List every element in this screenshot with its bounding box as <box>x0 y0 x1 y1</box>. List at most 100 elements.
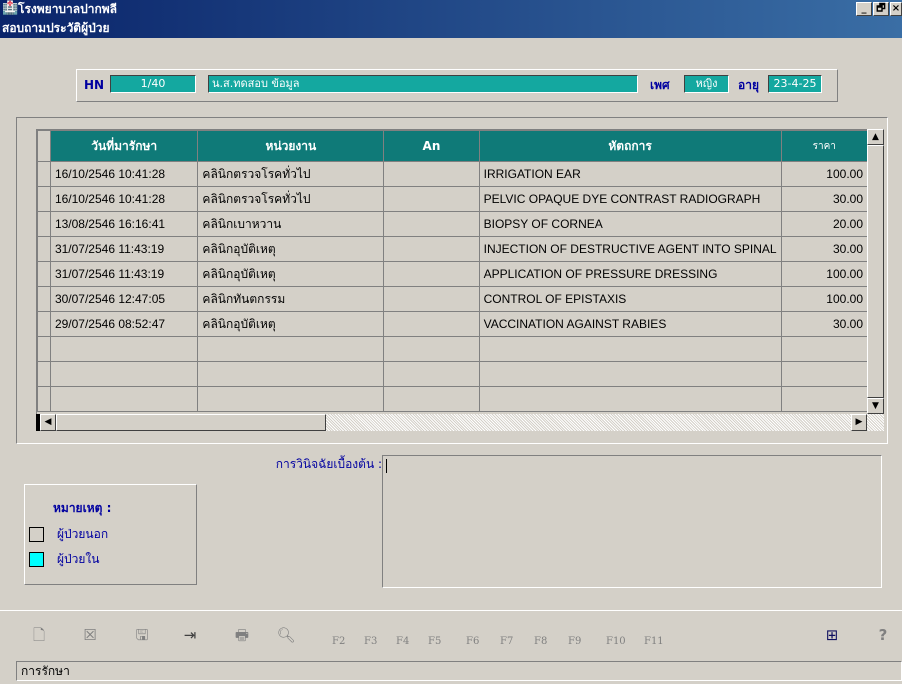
horizontal-scroll-thumb[interactable] <box>56 414 326 431</box>
treatment-history-grid[interactable]: วันที่มารักษา หน่วยงาน An หัตถการ ราคา 1… <box>36 129 868 414</box>
table-row[interactable] <box>37 361 868 387</box>
row-selector[interactable] <box>37 286 51 312</box>
cell-price[interactable] <box>780 386 868 412</box>
cell-price[interactable]: 100.00 <box>780 261 868 287</box>
cell-date[interactable] <box>49 336 199 362</box>
function-key-f8[interactable]: F8 <box>534 636 547 647</box>
cell-procedure[interactable] <box>478 361 782 387</box>
search-binoculars-icon[interactable]: ⊞ <box>822 625 842 645</box>
table-row[interactable]: 16/10/2546 10:41:28 คลินิกตรวจโรคทั่วไป IR… <box>37 161 868 187</box>
cell-department[interactable]: คลินิกตรวจโรคทั่วไป <box>197 186 385 212</box>
cell-an[interactable] <box>383 361 480 387</box>
table-row[interactable]: 29/07/2546 08:52:47 คลินิกอุบัติเหตุ VACCI… <box>37 311 868 337</box>
column-header-an[interactable]: An <box>383 130 480 162</box>
cell-procedure[interactable]: BIOPSY OF CORNEA <box>478 211 782 237</box>
table-row[interactable]: 30/07/2546 12:47:05 คลินิกทันตกรรม CONTROL… <box>37 286 868 312</box>
table-row[interactable] <box>37 386 868 412</box>
cell-date[interactable] <box>49 386 199 412</box>
cell-procedure[interactable]: CONTROL OF EPISTAXIS <box>478 286 782 312</box>
row-selector[interactable] <box>37 261 51 287</box>
cell-department[interactable]: คลินิกอุบัติเหตุ <box>197 261 385 287</box>
function-key-f10[interactable]: F10 <box>606 636 626 647</box>
row-selector[interactable] <box>37 236 51 262</box>
help-icon[interactable]: ? <box>873 625 893 645</box>
cell-an[interactable] <box>383 236 480 262</box>
column-header-procedure[interactable]: หัตถการ <box>478 130 782 162</box>
function-key-f6[interactable]: F6 <box>466 636 479 647</box>
print-icon[interactable]: 🖶 <box>232 625 252 645</box>
function-key-f7[interactable]: F7 <box>500 636 513 647</box>
cell-department[interactable]: คลินิกอุบัติเหตุ <box>197 236 385 262</box>
row-selector[interactable] <box>37 311 51 337</box>
cell-price[interactable]: 20.00 <box>780 211 868 237</box>
patient-name-field[interactable]: น.ส.ทดสอบ ข้อมูล <box>208 75 638 93</box>
cell-date[interactable]: 31/07/2546 11:43:19 <box>49 261 199 287</box>
vertical-scroll-thumb[interactable] <box>867 145 884 398</box>
table-row[interactable] <box>37 336 868 362</box>
cell-department[interactable]: คลินิกทันตกรรม <box>197 286 385 312</box>
row-selector[interactable] <box>37 161 51 187</box>
age-field[interactable]: 23-4-25 <box>768 75 822 93</box>
row-selector[interactable] <box>37 386 51 412</box>
minimize-button[interactable]: _ <box>856 2 872 16</box>
save-icon[interactable]: 🖫 <box>132 625 152 645</box>
cell-department[interactable]: คลินิกตรวจโรคทั่วไป <box>197 161 385 187</box>
function-key-f11[interactable]: F11 <box>644 636 664 647</box>
cell-procedure[interactable]: VACCINATION AGAINST RABIES <box>478 311 782 337</box>
cell-date[interactable]: 31/07/2546 11:43:19 <box>49 236 199 262</box>
scroll-right-arrow-icon[interactable]: ▶ <box>851 414 867 431</box>
cell-an[interactable] <box>383 286 480 312</box>
function-key-f5[interactable]: F5 <box>428 636 441 647</box>
cell-price[interactable]: 30.00 <box>780 236 868 262</box>
sex-field[interactable]: หญิง <box>684 75 729 93</box>
cell-price[interactable] <box>780 336 868 362</box>
cell-date[interactable]: 16/10/2546 10:41:28 <box>49 161 199 187</box>
cell-procedure[interactable]: APPLICATION OF PRESSURE DRESSING <box>478 261 782 287</box>
cell-price[interactable]: 30.00 <box>780 311 868 337</box>
cell-procedure[interactable] <box>478 386 782 412</box>
vertical-scrollbar[interactable]: ▲ ▼ <box>867 129 884 414</box>
cell-an[interactable] <box>383 311 480 337</box>
cell-department[interactable]: คลินิกเบาหวาน <box>197 211 385 237</box>
function-key-f2[interactable]: F2 <box>332 636 345 647</box>
cell-date[interactable]: 29/07/2546 08:52:47 <box>49 311 199 337</box>
cell-procedure[interactable]: PELVIC OPAQUE DYE CONTRAST RADIOGRAPH <box>478 186 782 212</box>
cell-price[interactable]: 100.00 <box>780 161 868 187</box>
row-selector[interactable] <box>37 336 51 362</box>
cell-an[interactable] <box>383 211 480 237</box>
print-preview-icon[interactable]: 🔍︎ <box>276 625 296 645</box>
function-key-f9[interactable]: F9 <box>568 636 581 647</box>
cell-date[interactable]: 30/07/2546 12:47:05 <box>49 286 199 312</box>
close-button[interactable]: × <box>890 2 902 16</box>
scroll-left-arrow-icon[interactable]: ◀ <box>40 414 56 431</box>
horizontal-scrollbar[interactable]: ◀ ▶ <box>36 414 884 431</box>
function-key-f3[interactable]: F3 <box>364 636 377 647</box>
scroll-down-arrow-icon[interactable]: ▼ <box>867 398 884 414</box>
cell-department[interactable] <box>197 361 385 387</box>
cell-an[interactable] <box>383 386 480 412</box>
scroll-up-arrow-icon[interactable]: ▲ <box>867 129 884 145</box>
cell-department[interactable] <box>197 386 385 412</box>
row-selector[interactable] <box>37 186 51 212</box>
cell-price[interactable]: 100.00 <box>780 286 868 312</box>
column-header-price[interactable]: ราคา <box>780 130 868 162</box>
cell-procedure[interactable]: IRRIGATION EAR <box>478 161 782 187</box>
cell-price[interactable]: 30.00 <box>780 186 868 212</box>
new-document-icon[interactable]: 🗋 <box>29 625 49 645</box>
table-row[interactable]: 31/07/2546 11:43:19 คลินิกอุบัติเหตุ INJEC… <box>37 236 868 262</box>
maximize-button[interactable]: 🗗 <box>873 2 889 16</box>
cell-date[interactable]: 16/10/2546 10:41:28 <box>49 186 199 212</box>
hn-field[interactable]: 1/40 <box>110 75 196 93</box>
table-row[interactable]: 31/07/2546 11:43:19 คลินิกอุบัติเหตุ APPLI… <box>37 261 868 287</box>
column-header-date[interactable]: วันที่มารักษา <box>49 130 199 162</box>
table-row[interactable]: 13/08/2546 16:16:41 คลินิกเบาหวาน BIOPSY O… <box>37 211 868 237</box>
cell-department[interactable]: คลินิกอุบัติเหตุ <box>197 311 385 337</box>
cell-an[interactable] <box>383 261 480 287</box>
cell-date[interactable]: 13/08/2546 16:16:41 <box>49 211 199 237</box>
cell-date[interactable] <box>49 361 199 387</box>
function-key-f4[interactable]: F4 <box>396 636 409 647</box>
diagnosis-textarea[interactable] <box>382 455 882 588</box>
cell-procedure[interactable] <box>478 336 782 362</box>
cell-an[interactable] <box>383 186 480 212</box>
cell-price[interactable] <box>780 361 868 387</box>
